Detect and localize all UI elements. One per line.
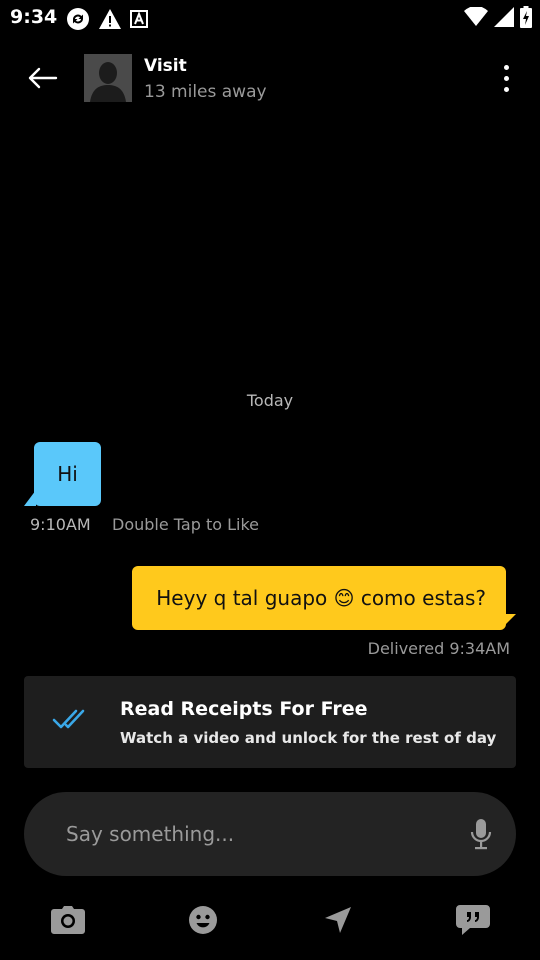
- bottom-toolbar: [0, 896, 540, 942]
- mic-icon[interactable]: [470, 818, 492, 854]
- battery-icon: [520, 6, 532, 32]
- wifi-icon: [464, 6, 488, 31]
- back-button[interactable]: [22, 58, 62, 98]
- location-icon: [325, 907, 351, 933]
- message-composer: [24, 792, 516, 876]
- arrow-left-icon: [28, 67, 58, 89]
- signal-icon: [494, 7, 514, 31]
- day-separator: Today: [246, 391, 294, 410]
- outgoing-message-bubble[interactable]: Heyy q tal guapo 😊 como estas?: [132, 566, 506, 630]
- more-options-button[interactable]: [494, 58, 518, 98]
- location-button[interactable]: [320, 902, 356, 938]
- contact-name[interactable]: Visit: [144, 56, 187, 76]
- incoming-message-bubble[interactable]: Hi: [34, 442, 101, 506]
- avatar-silhouette-icon: [84, 54, 132, 102]
- status-right-icons: [464, 6, 532, 32]
- message-text: Heyy q tal guapo 😊 como estas?: [156, 586, 486, 610]
- message-timestamp: 9:10AM: [30, 515, 91, 534]
- promo-title: Read Receipts For Free: [120, 698, 368, 720]
- status-left-icons: [66, 7, 148, 35]
- double-check-icon: [52, 708, 92, 734]
- font-icon: [130, 10, 148, 32]
- camera-icon: [51, 906, 85, 934]
- read-receipts-promo[interactable]: Read Receipts For Free Watch a video and…: [24, 676, 516, 768]
- contact-distance: 13 miles away: [144, 82, 267, 102]
- delivery-status: Delivered 9:34AM: [367, 639, 510, 658]
- quick-reply-icon: [456, 905, 490, 935]
- emoji-button[interactable]: [185, 902, 221, 938]
- quick-reply-button[interactable]: [455, 902, 491, 938]
- warning-icon: [98, 8, 122, 34]
- chat-header: Visit 13 miles away: [0, 44, 540, 112]
- camera-button[interactable]: [50, 902, 86, 938]
- promo-subtitle: Watch a video and unlock for the rest of…: [120, 729, 497, 747]
- emoji-icon: [189, 906, 217, 934]
- message-input[interactable]: [66, 814, 446, 854]
- sync-icon: [66, 7, 90, 35]
- message-text: Hi: [57, 462, 78, 486]
- more-vert-icon: [503, 64, 509, 70]
- status-time: 9:34: [10, 6, 58, 28]
- outgoing-bubble-tail: [500, 614, 516, 630]
- double-tap-hint: Double Tap to Like: [112, 515, 259, 534]
- status-bar: 9:34: [0, 0, 540, 36]
- avatar[interactable]: [84, 54, 132, 102]
